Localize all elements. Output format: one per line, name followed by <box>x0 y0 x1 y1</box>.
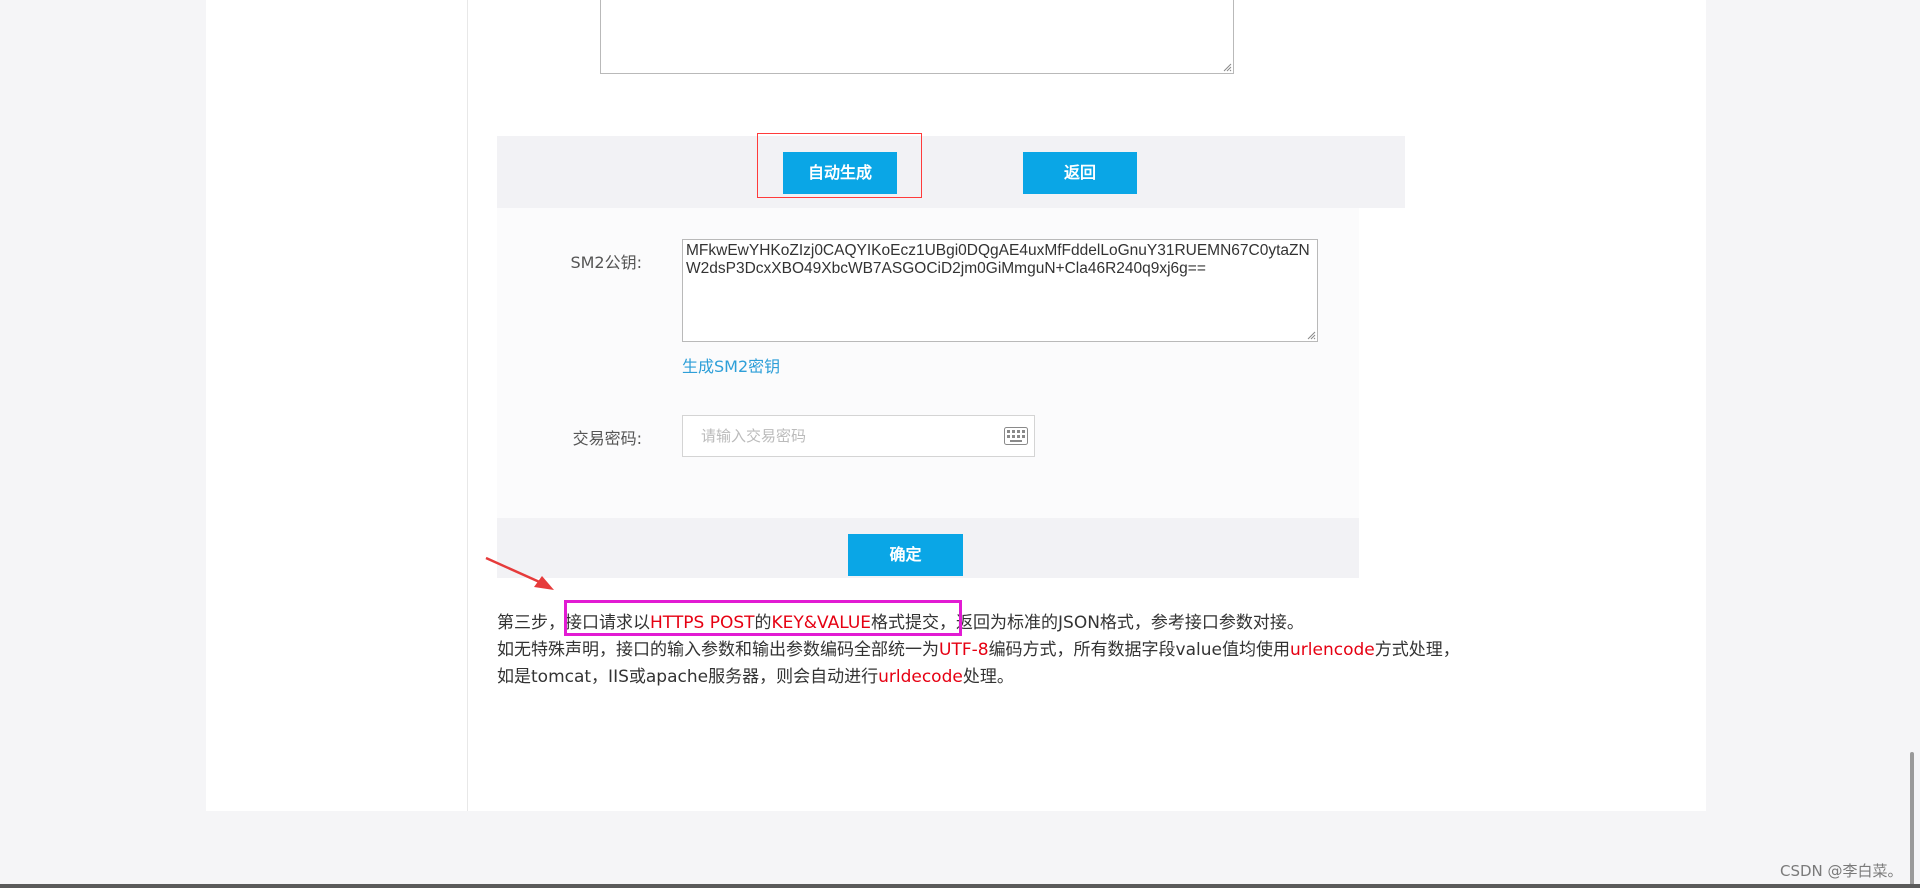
top-textarea[interactable] <box>600 0 1234 74</box>
resize-grip-icon[interactable] <box>1306 330 1316 340</box>
instruction-segment: 第三步， <box>497 613 565 633</box>
resize-grip-icon[interactable] <box>1222 62 1232 72</box>
instruction-segment: 如是tomcat，IIS或apache服务器，则会自动进行 <box>497 667 879 687</box>
watermark: CSDN @李白菜。 <box>1780 862 1903 880</box>
instruction-segment: 处理。 <box>962 667 1014 687</box>
instruction-segment: 返回为标准的JSON格式，参考接口参数对接。 <box>956 613 1304 633</box>
left-divider <box>467 0 468 811</box>
keyboard-icon[interactable] <box>1004 427 1028 445</box>
instruction-line-3: 如是tomcat，IIS或apache服务器，则会自动进行urldecode处理… <box>497 662 1014 687</box>
scrollbar[interactable] <box>1910 752 1914 888</box>
sm2-public-key-value: MFkwEwYHKoZIzj0CAQYIKoEcz1UBgi0DQgAE4uxM… <box>686 242 1310 277</box>
instruction-segment: 编码方式，所有数据字段value值均使用 <box>988 640 1290 660</box>
confirm-button[interactable]: 确定 <box>848 534 963 576</box>
instruction-segment: 方式处理， <box>1374 640 1460 660</box>
annotation-magenta-box <box>564 600 962 636</box>
instruction-segment: 如无特殊声明，接口的输入参数和输出参数编码全部统一为 <box>497 640 939 660</box>
sm2-public-key-label: SM2公钥: <box>570 253 642 272</box>
action-bar <box>497 136 1405 208</box>
annotation-arrow <box>485 556 554 590</box>
annotation-highlight-box <box>757 133 922 198</box>
generate-sm2-key-link[interactable]: 生成SM2密钥 <box>682 353 780 377</box>
sm2-public-key-textarea[interactable]: MFkwEwYHKoZIzj0CAQYIKoEcz1UBgi0DQgAE4uxM… <box>682 239 1318 342</box>
instruction-line-2: 如无特殊声明，接口的输入参数和输出参数编码全部统一为UTF-8编码方式，所有数据… <box>497 635 1460 660</box>
trade-password-label: 交易密码: <box>572 429 642 448</box>
instruction-segment: UTF-8 <box>939 640 989 660</box>
instruction-segment: urldecode <box>878 667 963 687</box>
bottom-border <box>0 884 1920 888</box>
back-button[interactable]: 返回 <box>1023 152 1137 194</box>
instruction-segment: urlencode <box>1290 640 1375 660</box>
trade-password-placeholder: 请输入交易密码 <box>701 427 807 445</box>
trade-password-input[interactable]: 请输入交易密码 <box>682 415 1035 457</box>
